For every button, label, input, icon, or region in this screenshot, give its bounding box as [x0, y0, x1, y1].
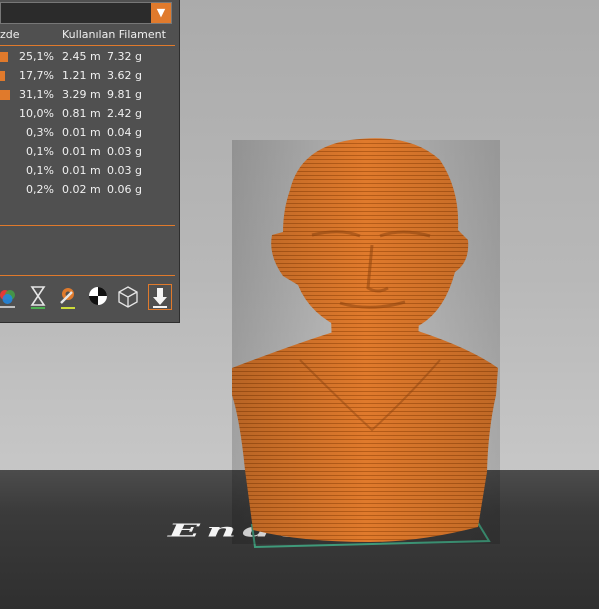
- row-weight: 0.03 g: [107, 145, 142, 158]
- feature-row: 17,7% 1.21 m 3.62 g: [0, 69, 176, 88]
- row-length: 2.45 m: [62, 50, 101, 63]
- row-length: 0.01 m: [62, 145, 101, 158]
- row-weight: 0.06 g: [107, 183, 142, 196]
- row-weight: 2.42 g: [107, 107, 142, 120]
- row-weight: 7.32 g: [107, 50, 142, 63]
- feature-row: 0,1% 0.01 m 0.03 g: [0, 145, 176, 164]
- feature-row: 0,1% 0.01 m 0.03 g: [0, 164, 176, 183]
- row-weight: 0.04 g: [107, 126, 142, 139]
- usage-bar: [0, 90, 10, 100]
- row-length: 1.21 m: [62, 69, 101, 82]
- row-percent: 17,7%: [19, 69, 54, 82]
- divider: [0, 225, 175, 226]
- header-percent: zde: [0, 28, 20, 41]
- feature-row: 0,2% 0.02 m 0.06 g: [0, 183, 176, 202]
- row-length: 0.81 m: [62, 107, 101, 120]
- row-percent: 25,1%: [19, 50, 54, 63]
- row-weight: 0.03 g: [107, 164, 142, 177]
- row-weight: 9.81 g: [107, 88, 142, 101]
- row-percent: 10,0%: [19, 107, 54, 120]
- usage-bar: [0, 52, 8, 62]
- feature-row: 10,0% 0.81 m 2.42 g: [0, 107, 176, 126]
- stats-header: zde Kullanılan Filament: [0, 28, 176, 44]
- feature-row: 25,1% 2.45 m 7.32 g: [0, 50, 176, 69]
- slice-info-panel: ▼ zde Kullanılan Filament 25,1% 2.45 m 7.3…: [0, 0, 180, 323]
- row-percent: 31,1%: [19, 88, 54, 101]
- balance-icon[interactable]: [86, 284, 110, 310]
- view-toolbar: [0, 284, 176, 312]
- row-percent: 0,1%: [26, 145, 54, 158]
- print-time-icon[interactable]: [26, 284, 50, 310]
- row-length: 0.01 m: [62, 164, 101, 177]
- download-export-button[interactable]: [148, 284, 172, 310]
- color-print-icon[interactable]: [0, 284, 20, 310]
- row-percent: 0,2%: [26, 183, 54, 196]
- row-percent: 0,3%: [26, 126, 54, 139]
- tool-settings-icon[interactable]: [56, 284, 80, 310]
- view-type-dropdown[interactable]: ▼: [0, 2, 172, 24]
- row-length: 3.29 m: [62, 88, 101, 101]
- row-percent: 0,1%: [26, 164, 54, 177]
- header-used-filament: Kullanılan Filament: [62, 28, 166, 41]
- bust-model[interactable]: [232, 138, 500, 549]
- wireframe-cube-icon[interactable]: [116, 284, 140, 310]
- feature-row: 31,1% 3.29 m 9.81 g: [0, 88, 176, 107]
- divider: [0, 275, 175, 276]
- divider: [0, 45, 175, 46]
- chevron-down-icon[interactable]: ▼: [151, 3, 171, 23]
- usage-bar: [0, 71, 5, 81]
- download-export-icon: [153, 288, 167, 308]
- feature-row: 0,3% 0.01 m 0.04 g: [0, 126, 176, 145]
- row-length: 0.02 m: [62, 183, 101, 196]
- row-length: 0.01 m: [62, 126, 101, 139]
- row-weight: 3.62 g: [107, 69, 142, 82]
